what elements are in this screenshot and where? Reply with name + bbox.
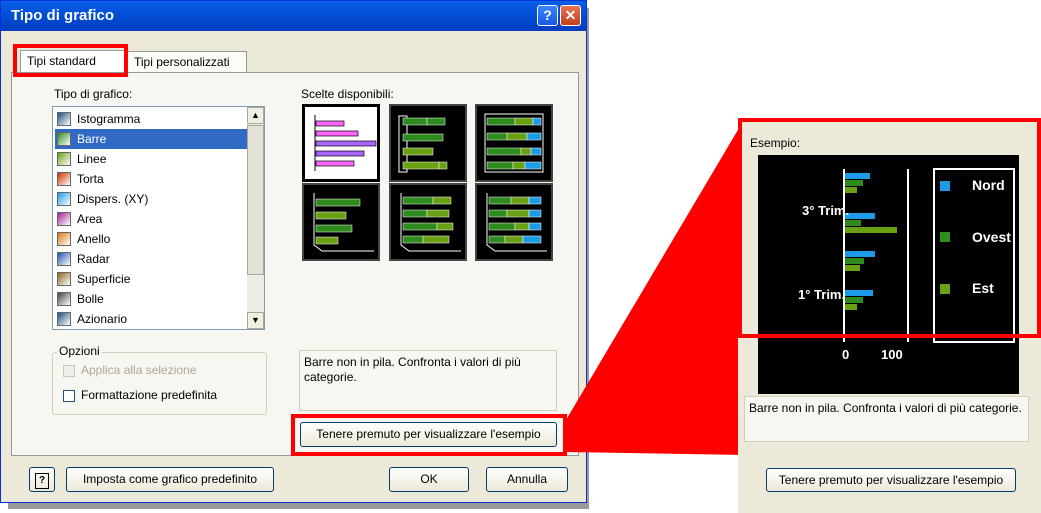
zoom-press-hold-preview-label: Tenere premuto per visualizzare l'esempi… [778, 473, 1004, 487]
axis-tick-100: 100 [881, 347, 903, 362]
zoom-press-hold-preview-button[interactable]: Tenere premuto per visualizzare l'esempi… [766, 468, 1016, 492]
highlight-zoom-area [738, 118, 1041, 338]
axis-tick-0: 0 [842, 347, 850, 362]
zoom-description-box: Barre non in pila. Confronta i valori di… [744, 396, 1029, 442]
zoom-description-text: Barre non in pila. Confronta i valori di… [749, 401, 1022, 415]
